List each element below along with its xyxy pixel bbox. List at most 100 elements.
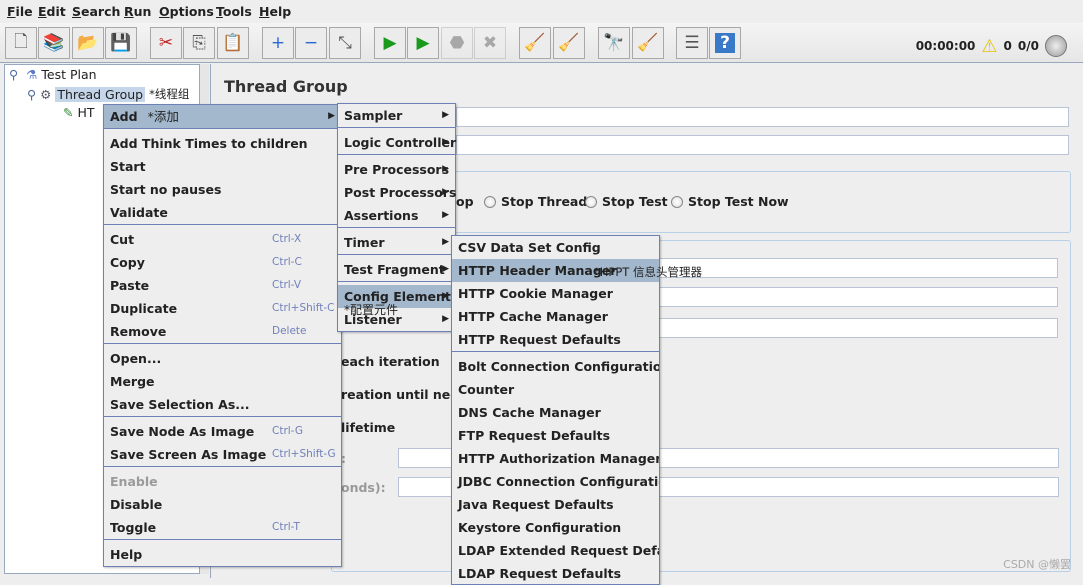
menu-item-timer[interactable]: Timer ▶ bbox=[338, 231, 455, 254]
save-button[interactable]: 💾 bbox=[105, 27, 137, 59]
radio-stop-thread[interactable]: Stop Thread bbox=[484, 194, 587, 209]
threads-input[interactable] bbox=[651, 258, 1058, 278]
templates-button[interactable]: 📚 bbox=[38, 27, 70, 59]
start-no-timers-button[interactable]: ▶ bbox=[407, 27, 439, 59]
radio-button[interactable] bbox=[484, 196, 496, 208]
menu-item-http-cookie-manager[interactable]: HTTP Cookie Manager bbox=[452, 282, 659, 305]
page-title: Thread Group bbox=[224, 77, 348, 96]
menu-item-start-no-pauses[interactable]: Start no pauses bbox=[104, 178, 341, 201]
menu-item-label: Paste bbox=[110, 278, 150, 293]
menu-item-ldap-extended-request-defaults[interactable]: LDAP Extended Request Defaults bbox=[452, 539, 659, 562]
radio-label[interactable]: op bbox=[456, 194, 474, 209]
menu-item-toggle[interactable]: Toggle Ctrl-T bbox=[104, 516, 341, 539]
menu-item-start[interactable]: Start bbox=[104, 155, 341, 178]
submenu-arrow-icon: ▶ bbox=[442, 137, 449, 147]
menu-item-disable[interactable]: Disable bbox=[104, 493, 341, 516]
function-helper-button[interactable]: ☰ bbox=[676, 27, 708, 59]
menu-edit[interactable]: Edit bbox=[38, 4, 66, 19]
shortcut: Ctrl-C bbox=[272, 256, 302, 268]
menu-item-help[interactable]: Help bbox=[104, 543, 341, 566]
menu-item-test-fragment[interactable]: Test Fragment ▶ bbox=[338, 258, 455, 281]
menu-item-duplicate[interactable]: Duplicate Ctrl+Shift-C bbox=[104, 297, 341, 320]
menu-item-copy[interactable]: Copy Ctrl-C bbox=[104, 251, 341, 274]
rampup-input[interactable] bbox=[651, 287, 1058, 307]
copy-button[interactable]: ⎘ bbox=[183, 27, 215, 59]
menu-item-merge[interactable]: Merge bbox=[104, 370, 341, 393]
menu-item-post-processors[interactable]: Post Processors ▶ bbox=[338, 181, 456, 204]
menu-item-dns-cache-manager[interactable]: DNS Cache Manager bbox=[452, 401, 659, 424]
menu-item-csv-data-set-config[interactable]: CSV Data Set Config bbox=[452, 236, 659, 259]
open-button[interactable]: 📂 bbox=[72, 27, 104, 59]
menu-item-http-cache-manager[interactable]: HTTP Cache Manager bbox=[452, 305, 659, 328]
menu-item-save-screen-as-image[interactable]: Save Screen As Image Ctrl+Shift-G bbox=[104, 443, 341, 466]
menu-item-keystore-configuration[interactable]: Keystore Configuration bbox=[452, 516, 659, 539]
menu-item-assertions[interactable]: Assertions ▶ bbox=[338, 204, 455, 227]
radio-stop-test-now[interactable]: Stop Test Now bbox=[671, 194, 789, 209]
stop-button[interactable]: ⬣ bbox=[441, 27, 473, 59]
radio-button[interactable] bbox=[585, 196, 597, 208]
clear-all-button[interactable]: 🧹 bbox=[553, 27, 585, 59]
menu-options[interactable]: Options bbox=[159, 4, 214, 19]
menu-item-label: FTP Request Defaults bbox=[458, 428, 611, 443]
tree-handle-icon[interactable]: ⚲ bbox=[27, 87, 36, 102]
menu-item-label: LDAP Request Defaults bbox=[458, 566, 622, 581]
tree-node-thread-group[interactable]: ⚲ ⚙ Thread Group *线程组 bbox=[27, 86, 189, 102]
radio-stop-test[interactable]: Stop Test bbox=[585, 194, 668, 209]
menu-item-remove[interactable]: Remove Delete bbox=[104, 320, 341, 343]
name-input[interactable] bbox=[456, 107, 1069, 127]
toggle-button[interactable]: ⤡ bbox=[329, 27, 361, 59]
submenu-arrow-icon: ▶ bbox=[442, 291, 449, 301]
menu-item-counter[interactable]: Counter bbox=[452, 378, 659, 401]
reset-search-button[interactable]: 🧹 bbox=[632, 27, 664, 59]
collapse-button[interactable]: − bbox=[295, 27, 327, 59]
clear-button[interactable]: 🧹 bbox=[519, 27, 551, 59]
menu-item-ldap-request-defaults[interactable]: LDAP Request Defaults bbox=[452, 562, 659, 584]
menu-item-bolt-connection-configuration[interactable]: Bolt Connection Configuration bbox=[452, 355, 659, 378]
new-icon: 🗋 bbox=[14, 31, 28, 52]
shortcut: Ctrl+Shift-G bbox=[272, 448, 336, 460]
radio-button[interactable] bbox=[671, 196, 683, 208]
search-icon: 🔭 bbox=[603, 33, 625, 53]
menu-item-http-authorization-manager[interactable]: HTTP Authorization Manager bbox=[452, 447, 659, 470]
menu-run[interactable]: Run bbox=[124, 4, 151, 19]
remote-icon[interactable] bbox=[1045, 35, 1067, 57]
menu-help[interactable]: Help bbox=[259, 4, 291, 19]
menu-tools[interactable]: Tools bbox=[216, 4, 252, 19]
menu-item-open[interactable]: Open... bbox=[104, 347, 341, 370]
menu-item-save-node-as-image[interactable]: Save Node As Image Ctrl-G bbox=[104, 420, 341, 443]
start-button[interactable]: ▶ bbox=[374, 27, 406, 59]
tree-node-test-plan[interactable]: ⚲ ⚗ Test Plan bbox=[9, 67, 97, 82]
tree-node-http[interactable]: ✎ HT bbox=[63, 105, 95, 120]
comments-input[interactable] bbox=[456, 135, 1069, 155]
menu-item-enable[interactable]: Enable bbox=[104, 470, 341, 493]
search-button[interactable]: 🔭 bbox=[598, 27, 630, 59]
tree-handle-icon[interactable]: ⚲ bbox=[9, 67, 18, 82]
menu-item-pre-processors[interactable]: Pre Processors ▶ bbox=[338, 158, 455, 181]
loop-input[interactable] bbox=[651, 318, 1058, 338]
expand-button[interactable]: + bbox=[262, 27, 294, 59]
new-button[interactable]: 🗋 bbox=[5, 27, 37, 59]
menu-item-sampler[interactable]: Sampler ▶ bbox=[338, 104, 455, 127]
menu-search[interactable]: Search bbox=[72, 4, 120, 19]
warning-icon[interactable]: ⚠ bbox=[981, 36, 997, 57]
menu-file[interactable]: File bbox=[7, 4, 33, 19]
menu-item-java-request-defaults[interactable]: Java Request Defaults bbox=[452, 493, 659, 516]
shutdown-button[interactable]: ✖ bbox=[474, 27, 506, 59]
menu-item-logic-controller[interactable]: Logic Controller ▶ bbox=[338, 131, 456, 154]
help-button[interactable]: ? bbox=[709, 27, 741, 59]
menu-item-cut[interactable]: Cut Ctrl-X bbox=[104, 228, 341, 251]
menu-item-add-think-times-to-children[interactable]: Add Think Times to children bbox=[104, 132, 341, 155]
open-icon: 📂 bbox=[77, 33, 99, 53]
menu-item-save-selection-as[interactable]: Save Selection As... bbox=[104, 393, 341, 416]
status-area: 00:00:00 ⚠ 0 0/0 bbox=[916, 35, 1067, 57]
menu-item-label: Add bbox=[110, 109, 138, 124]
menu-item-jdbc-connection-configuration[interactable]: JDBC Connection Configuration bbox=[452, 470, 659, 493]
menu-item-paste[interactable]: Paste Ctrl-V bbox=[104, 274, 341, 297]
menu-item-validate[interactable]: Validate bbox=[104, 201, 341, 224]
menu-item-ftp-request-defaults[interactable]: FTP Request Defaults bbox=[452, 424, 659, 447]
paste-button[interactable]: 📋 bbox=[217, 27, 249, 59]
menu-item-add[interactable]: Add *添加 ▶ bbox=[104, 105, 341, 128]
menu-item-http-request-defaults[interactable]: HTTP Request Defaults bbox=[452, 328, 659, 351]
menu-item-label: Start no pauses bbox=[110, 182, 222, 197]
cut-button[interactable]: ✂ bbox=[150, 27, 182, 59]
